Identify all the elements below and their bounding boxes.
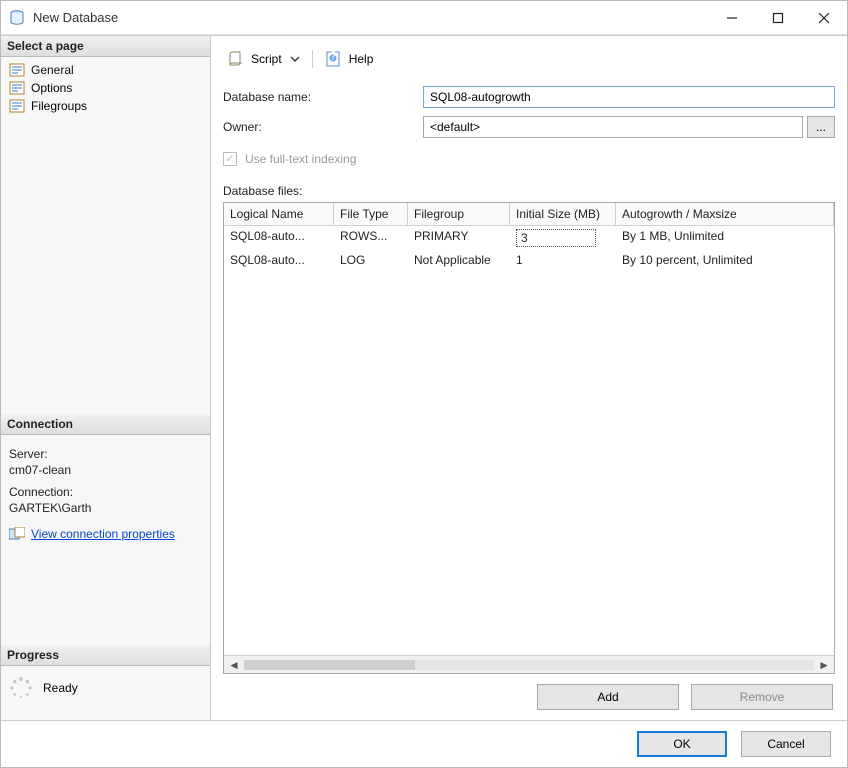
page-filegroups[interactable]: Filegroups bbox=[1, 97, 210, 115]
cell-logical-name: SQL08-auto... bbox=[224, 250, 334, 270]
page-icon bbox=[9, 99, 25, 113]
scroll-thumb[interactable] bbox=[244, 660, 415, 670]
database-icon bbox=[9, 10, 25, 26]
database-name-input[interactable] bbox=[423, 86, 835, 108]
sidebar: Select a page General Options Filegroups… bbox=[1, 36, 211, 720]
main-panel: Script ? Help Database name: Owner: ... … bbox=[211, 36, 847, 720]
close-button[interactable] bbox=[801, 1, 847, 34]
col-filegroup[interactable]: Filegroup bbox=[408, 203, 510, 225]
cell-logical-name: SQL08-auto... bbox=[224, 226, 334, 250]
cell-file-type: ROWS... bbox=[334, 226, 408, 250]
fulltext-checkbox: ✓ bbox=[223, 152, 237, 166]
cell-initial-size[interactable]: 3 bbox=[510, 226, 616, 250]
view-connection-properties-link[interactable]: View connection properties bbox=[31, 527, 175, 541]
col-autogrowth[interactable]: Autogrowth / Maxsize bbox=[616, 203, 834, 225]
page-icon bbox=[9, 81, 25, 95]
page-icon bbox=[9, 63, 25, 77]
maximize-button[interactable] bbox=[755, 1, 801, 34]
ok-button[interactable]: OK bbox=[637, 731, 727, 757]
window-title: New Database bbox=[33, 10, 709, 25]
scroll-right-icon[interactable]: ► bbox=[818, 658, 830, 672]
progress-heading: Progress bbox=[1, 645, 210, 666]
progress-spinner-icon bbox=[9, 676, 33, 700]
new-database-dialog: New Database Select a page General Optio… bbox=[0, 0, 848, 768]
horizontal-scrollbar[interactable]: ◄ ► bbox=[224, 655, 834, 673]
svg-text:?: ? bbox=[329, 50, 336, 63]
scroll-left-icon[interactable]: ◄ bbox=[228, 658, 240, 672]
col-logical-name[interactable]: Logical Name bbox=[224, 203, 334, 225]
titlebar: New Database bbox=[1, 1, 847, 35]
properties-icon bbox=[9, 527, 25, 541]
connection-value: GARTEK\Garth bbox=[9, 501, 202, 515]
progress-status: Ready bbox=[43, 681, 78, 695]
dialog-buttons: OK Cancel bbox=[1, 721, 847, 767]
col-file-type[interactable]: File Type bbox=[334, 203, 408, 225]
toolbar: Script ? Help bbox=[223, 46, 835, 82]
cancel-button[interactable]: Cancel bbox=[741, 731, 831, 757]
table-row[interactable]: SQL08-auto...ROWS...PRIMARY 3 By 1 MB, Unl… bbox=[224, 226, 834, 250]
cell-filegroup: PRIMARY bbox=[408, 226, 510, 250]
select-page-heading: Select a page bbox=[1, 36, 210, 57]
fulltext-label: Use full-text indexing bbox=[245, 152, 356, 166]
add-button[interactable]: Add bbox=[537, 684, 679, 710]
page-label: General bbox=[31, 63, 74, 77]
col-initial-size[interactable]: Initial Size (MB) bbox=[510, 203, 616, 225]
cell-file-type: LOG bbox=[334, 250, 408, 270]
cell-initial-size[interactable]: 1 bbox=[510, 250, 616, 270]
script-icon bbox=[227, 50, 245, 68]
cell-autogrowth: By 10 percent, Unlimited bbox=[616, 250, 834, 270]
grid-header: Logical Name File Type Filegroup Initial… bbox=[224, 203, 834, 226]
owner-browse-button[interactable]: ... bbox=[807, 116, 835, 138]
help-button[interactable]: Help bbox=[349, 52, 374, 66]
database-files-label: Database files: bbox=[223, 184, 835, 198]
cell-filegroup: Not Applicable bbox=[408, 250, 510, 270]
database-name-label: Database name: bbox=[223, 90, 423, 104]
database-files-grid[interactable]: Logical Name File Type Filegroup Initial… bbox=[223, 202, 835, 674]
connection-heading: Connection bbox=[1, 414, 210, 435]
table-row[interactable]: SQL08-auto...LOGNot Applicable1By 10 per… bbox=[224, 250, 834, 270]
chevron-down-icon[interactable] bbox=[290, 54, 300, 64]
cell-autogrowth: By 1 MB, Unlimited bbox=[616, 226, 834, 250]
initial-size-cell-editing[interactable]: 3 bbox=[516, 229, 596, 247]
page-label: Filegroups bbox=[31, 99, 87, 113]
connection-label: Connection: bbox=[9, 485, 202, 499]
minimize-button[interactable] bbox=[709, 1, 755, 34]
page-general[interactable]: General bbox=[1, 61, 210, 79]
script-button[interactable]: Script bbox=[251, 52, 282, 66]
page-options[interactable]: Options bbox=[1, 79, 210, 97]
help-icon: ? bbox=[325, 50, 343, 68]
owner-label: Owner: bbox=[223, 120, 423, 134]
remove-button: Remove bbox=[691, 684, 833, 710]
owner-input[interactable] bbox=[423, 116, 803, 138]
server-label: Server: bbox=[9, 447, 202, 461]
toolbar-divider bbox=[312, 50, 313, 68]
server-value: cm07-clean bbox=[9, 463, 202, 477]
page-label: Options bbox=[31, 81, 72, 95]
